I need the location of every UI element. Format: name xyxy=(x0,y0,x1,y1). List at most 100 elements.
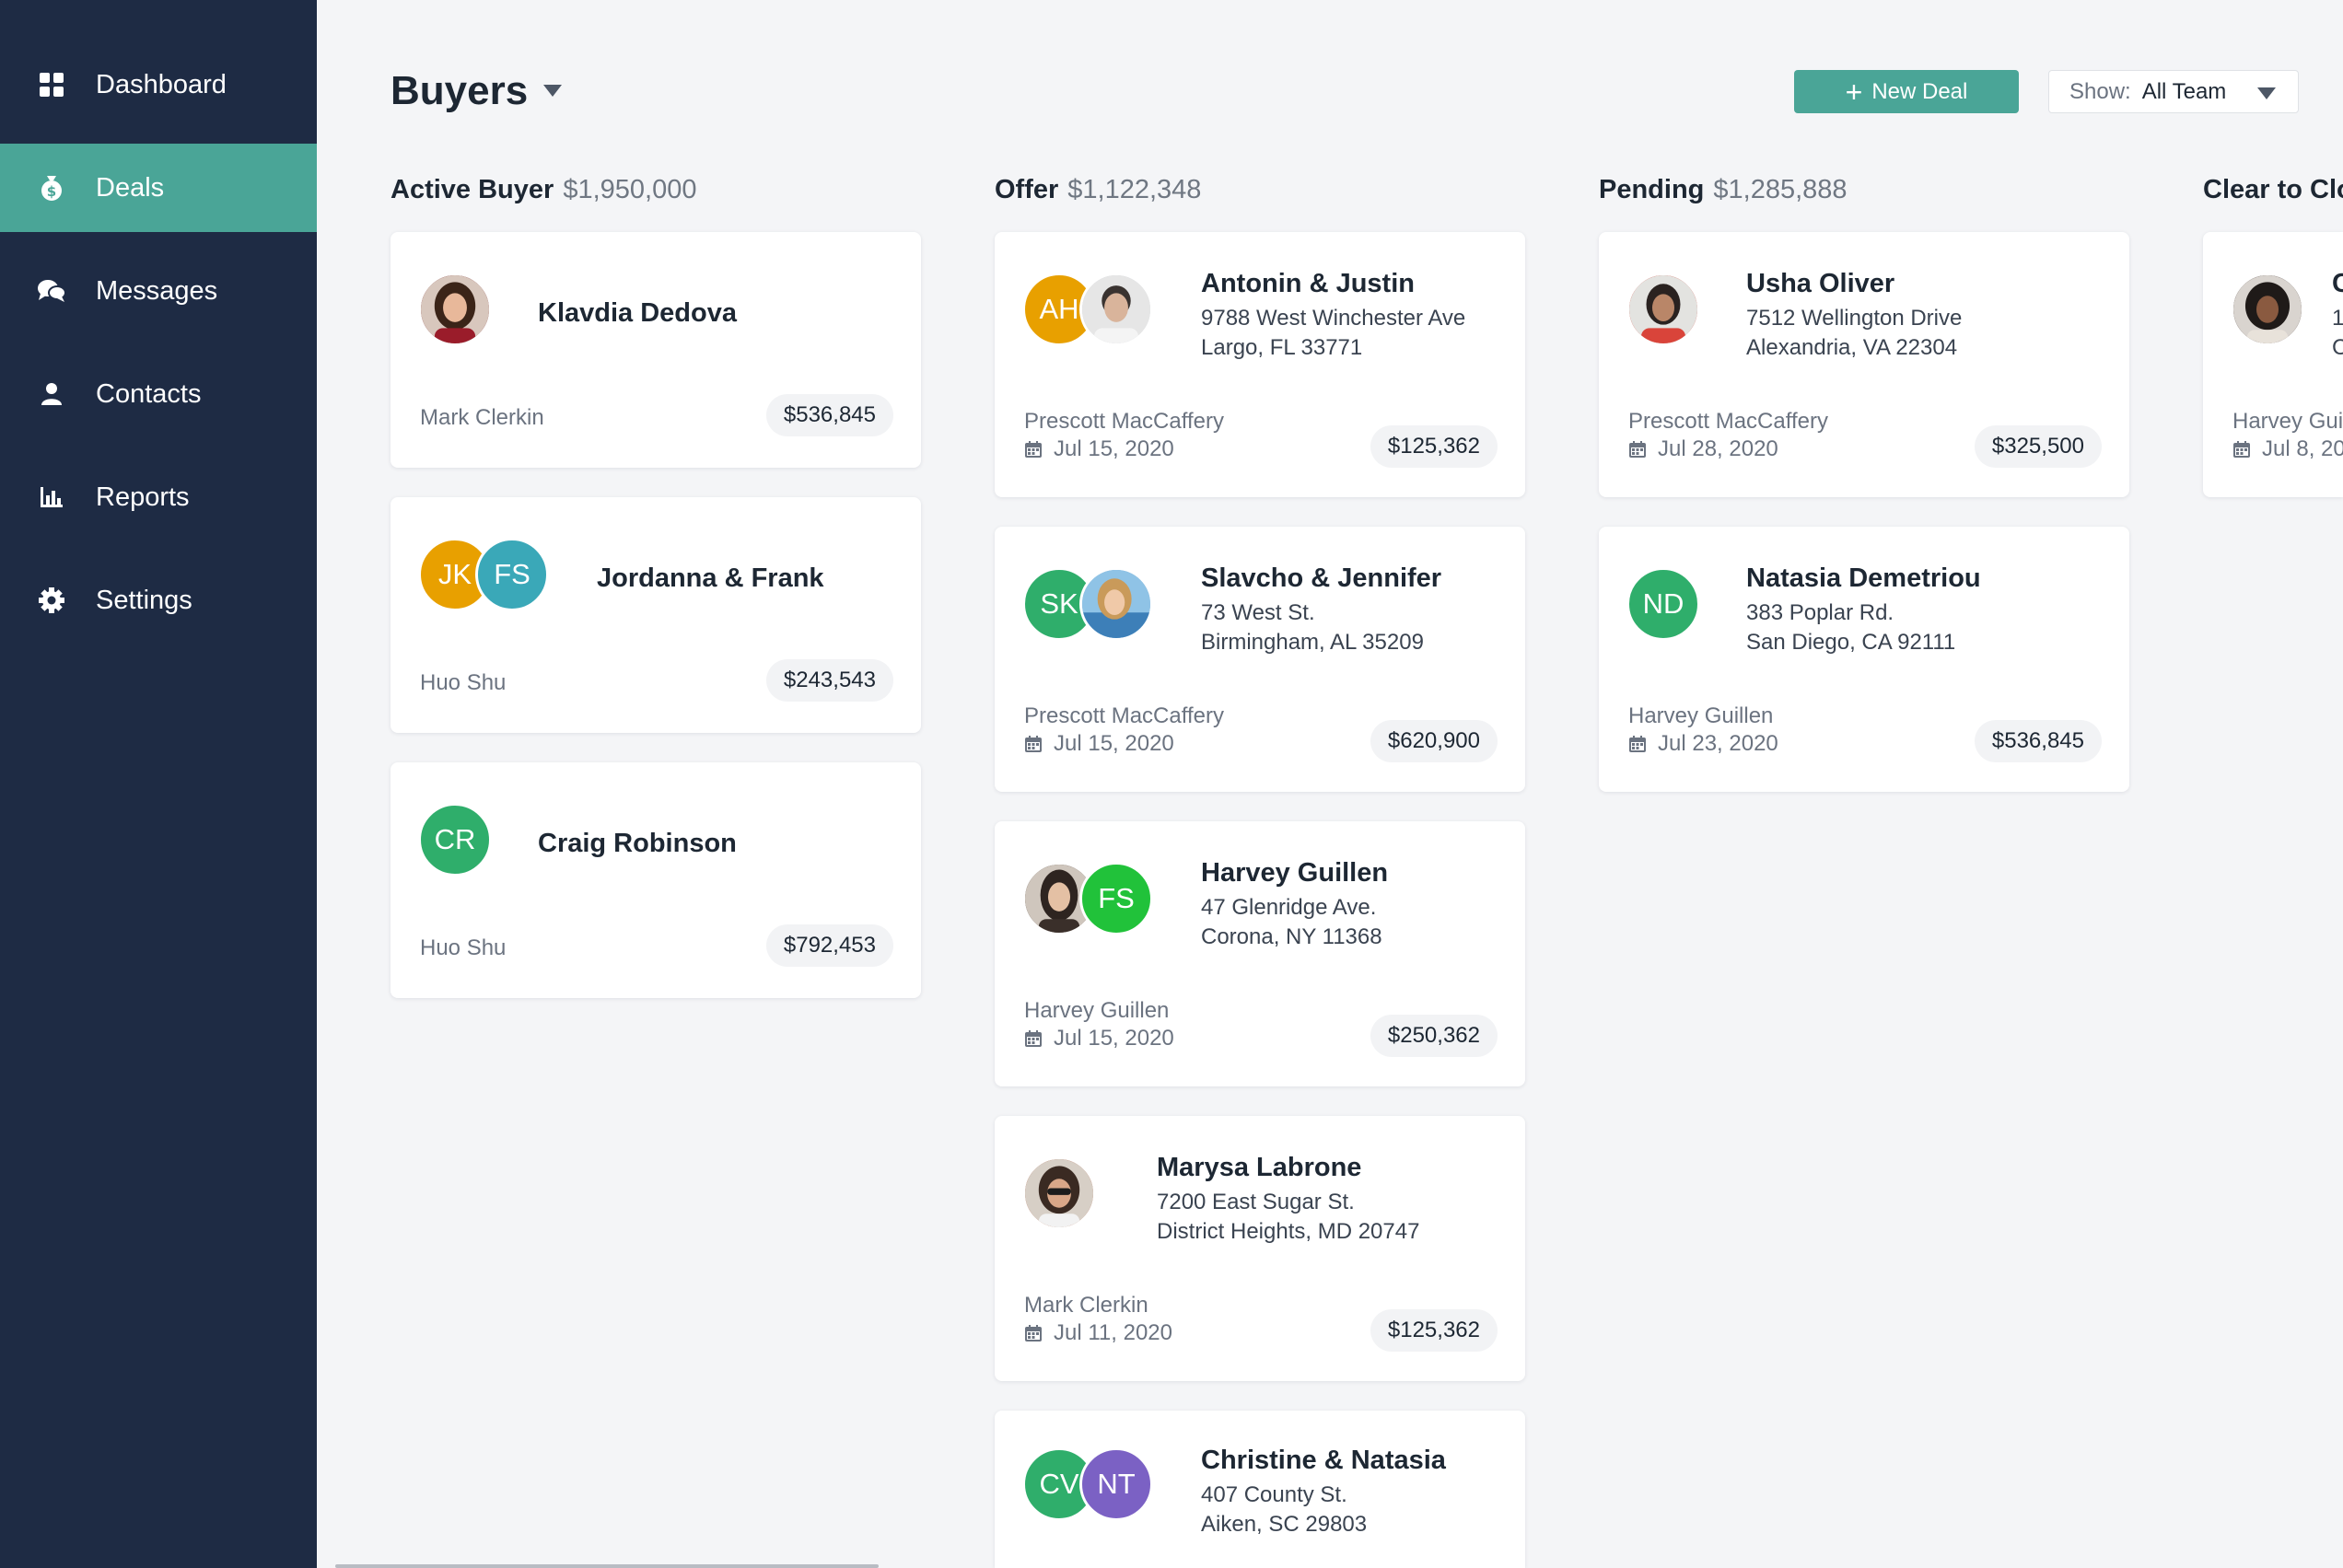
avatar-initials: FS xyxy=(1079,862,1153,935)
address-line-2: C xyxy=(2332,335,2343,360)
close-date: Jul 8, 20 xyxy=(2232,436,2343,462)
agent-name: Mark Clerkin xyxy=(420,405,544,430)
close-date-text: Jul 28, 2020 xyxy=(1658,436,1778,461)
sidebar: Dashboard $ Deals Messages Contacts Repo… xyxy=(0,0,317,1568)
deal-card[interactable]: JK FS Jordanna & Frank Huo Shu $243,543 xyxy=(390,497,921,733)
amount-badge: $125,362 xyxy=(1370,1309,1498,1352)
agent-name: Harvey Guillen xyxy=(1628,703,1774,728)
avatar-photo xyxy=(2231,273,2304,346)
amount-badge: $792,453 xyxy=(765,924,893,967)
nav-label-contacts: Contacts xyxy=(96,378,202,409)
deal-name: Klavdia Dedova xyxy=(538,298,737,328)
new-deal-button[interactable]: + New Deal xyxy=(1794,70,2019,113)
agent-name: Harvey Gui xyxy=(2232,409,2343,434)
column-name: Offer xyxy=(995,175,1059,204)
address-line-1: 383 Poplar Rd. xyxy=(1746,600,1894,625)
deal-card[interactable]: Klavdia Dedova Mark Clerkin $536,845 xyxy=(390,232,921,468)
nav-item-deals[interactable]: $ Deals xyxy=(0,144,317,232)
close-date: Jul 15, 2020 xyxy=(1024,1026,1174,1051)
plus-icon: + xyxy=(1845,75,1863,109)
nav-item-reports[interactable]: Reports xyxy=(0,453,317,541)
chevron-down-icon xyxy=(2257,87,2276,99)
amount-badge: $536,845 xyxy=(765,394,893,436)
agent-name: Prescott MacCaffery xyxy=(1024,703,1224,728)
address-line-1: 73 West St. xyxy=(1201,600,1315,625)
close-date-text: Jul 15, 2020 xyxy=(1054,1026,1174,1051)
agent-name: Harvey Guillen xyxy=(1024,998,1170,1023)
address-line-2: San Diego, CA 92111 xyxy=(1746,630,1956,655)
deal-name: Slavcho & Jennifer xyxy=(1201,563,1442,593)
deal-card[interactable]: C 1 C Harvey Gui Jul 8, 20 xyxy=(2203,232,2343,497)
calendar-icon xyxy=(1025,736,1042,752)
close-date: Jul 15, 2020 xyxy=(1024,436,1174,462)
address-line-2: Birmingham, AL 35209 xyxy=(1201,630,1424,655)
nav-label-messages: Messages xyxy=(96,275,218,306)
avatar-initials: CR xyxy=(418,803,492,877)
close-date: Jul 23, 2020 xyxy=(1628,731,1778,757)
chevron-down-icon[interactable] xyxy=(543,85,562,97)
amount-badge: $250,362 xyxy=(1370,1015,1498,1057)
avatar-photo xyxy=(1022,1156,1096,1230)
avatar-photo xyxy=(1079,567,1153,641)
close-date-text: Jul 15, 2020 xyxy=(1054,731,1174,756)
column-header-offer: Offer $1,122,348 xyxy=(995,175,1201,205)
agent-name: Huo Shu xyxy=(420,935,507,960)
nav-label-reports: Reports xyxy=(96,482,190,512)
deal-card[interactable]: ND Natasia Demetriou 383 Poplar Rd. San … xyxy=(1599,527,2129,792)
deal-name: Antonin & Justin xyxy=(1201,269,1415,298)
calendar-icon xyxy=(1629,441,1646,458)
amount-badge: $536,845 xyxy=(1974,720,2102,762)
column-name: Pending xyxy=(1599,175,1705,204)
show-filter-label: Show: xyxy=(2069,78,2131,104)
close-date: Jul 11, 2020 xyxy=(1024,1320,1172,1346)
address-line-1: 47 Glenridge Ave. xyxy=(1201,895,1377,920)
address-line-1: 1 xyxy=(2332,306,2343,331)
chat-bubbles-icon xyxy=(37,276,66,306)
column-total: $1,122,348 xyxy=(1067,175,1202,204)
column-total: $1,285,888 xyxy=(1713,175,1848,204)
amount-badge: $125,362 xyxy=(1370,425,1498,468)
amount-badge: $325,500 xyxy=(1974,425,2102,468)
deal-card[interactable]: SK Slavcho & Jennifer 73 West St. Birmin… xyxy=(995,527,1525,792)
deal-card[interactable]: CV NT Christine & Natasia 407 County St.… xyxy=(995,1411,1525,1568)
column-name: Clear to Clo xyxy=(2203,175,2343,204)
deal-card[interactable]: CR Craig Robinson Huo Shu $792,453 xyxy=(390,762,921,998)
horizontal-scrollbar[interactable] xyxy=(335,1564,879,1568)
address-line-2: Largo, FL 33771 xyxy=(1201,335,1363,360)
calendar-icon xyxy=(1025,1030,1042,1047)
deal-card[interactable]: Marysa Labrone 7200 East Sugar St. Distr… xyxy=(995,1116,1525,1381)
address-line-1: 7512 Wellington Drive xyxy=(1746,306,1963,331)
deal-card[interactable]: AH Antonin & Justin 9788 West Winchester… xyxy=(995,232,1525,497)
address-line-1: 407 County St. xyxy=(1201,1482,1347,1507)
deal-card[interactable]: Usha Oliver 7512 Wellington Drive Alexan… xyxy=(1599,232,2129,497)
nav-item-dashboard[interactable]: Dashboard xyxy=(0,41,317,129)
calendar-icon xyxy=(1025,441,1042,458)
show-filter-select[interactable]: Show: All Team xyxy=(2048,70,2299,113)
close-date-text: Jul 15, 2020 xyxy=(1054,436,1174,461)
nav-item-contacts[interactable]: Contacts xyxy=(0,350,317,438)
close-date: Jul 28, 2020 xyxy=(1628,436,1778,462)
agent-name: Mark Clerkin xyxy=(1024,1293,1148,1318)
nav-label-settings: Settings xyxy=(96,585,192,615)
deal-name: Harvey Guillen xyxy=(1201,858,1389,888)
address-line-2: Aiken, SC 29803 xyxy=(1201,1512,1368,1537)
column-total: $1,950,000 xyxy=(563,175,697,204)
deal-name: Marysa Labrone xyxy=(1157,1153,1362,1182)
page-title: Buyers xyxy=(390,68,529,113)
person-icon xyxy=(37,379,66,409)
nav-item-settings[interactable]: Settings xyxy=(0,556,317,645)
close-date: Jul 15, 2020 xyxy=(1024,731,1174,757)
deal-card[interactable]: FS Harvey Guillen 47 Glenridge Ave. Coro… xyxy=(995,821,1525,1086)
new-deal-label: New Deal xyxy=(1871,78,1968,104)
show-filter-value: All Team xyxy=(2141,78,2227,104)
address-line-2: District Heights, MD 20747 xyxy=(1157,1219,1420,1244)
svg-text:$: $ xyxy=(47,183,56,200)
column-header-active-buyer: Active Buyer $1,950,000 xyxy=(390,175,696,205)
agent-name: Huo Shu xyxy=(420,670,507,695)
address-line-1: 7200 East Sugar St. xyxy=(1157,1190,1355,1214)
bar-chart-icon xyxy=(37,482,66,512)
column-name: Active Buyer xyxy=(390,175,554,204)
avatar-initials: NT xyxy=(1079,1447,1153,1521)
nav-item-messages[interactable]: Messages xyxy=(0,247,317,335)
column-header-clear-to-close: Clear to Clo xyxy=(2203,175,2343,205)
